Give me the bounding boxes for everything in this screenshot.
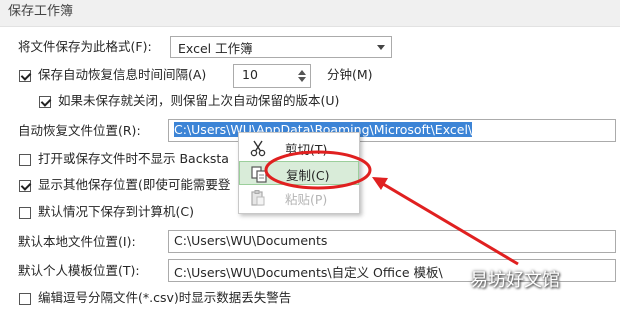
autorecover-label: 保存自动恢复信息时间间隔(A)	[38, 67, 207, 82]
keep-last-version-label: 如果未保存就关闭，则保留上次自动保留的版本(U)	[58, 93, 340, 108]
menu-item-copy-label: 复制(C)	[286, 168, 330, 183]
autorecover-interval-spinner[interactable]: 10	[233, 64, 311, 88]
save-format-value: Excel 工作簿	[178, 41, 253, 56]
menu-item-paste[interactable]: 粘贴(P)	[239, 186, 359, 210]
save-format-label: 将文件保存为此格式(F):	[18, 39, 152, 54]
scissors-icon	[250, 140, 266, 157]
show-other-locations-checkbox[interactable]	[19, 180, 31, 192]
save-to-computer-label: 默认情况下保存到计算机(C)	[38, 204, 194, 219]
save-format-select[interactable]: Excel 工作簿	[170, 36, 392, 58]
autorecover-interval-value: 10	[242, 67, 258, 82]
chevron-down-icon	[377, 45, 385, 50]
autorecover-unit-label: 分钟(M)	[327, 67, 373, 82]
spin-up-icon[interactable]	[298, 70, 306, 75]
show-other-locations-label: 显示其他保存位置(即使可能需要登	[38, 177, 231, 192]
csv-warning-checkbox[interactable]	[19, 293, 31, 305]
autorecover-checkbox[interactable]	[19, 70, 31, 82]
default-local-location-value: C:\Users\WU\Documents	[174, 233, 328, 248]
autorecover-location-label: 自动恢复文件位置(R):	[18, 123, 141, 138]
default-local-location-input[interactable]: C:\Users\WU\Documents	[168, 230, 616, 253]
annotation-arrow-head	[372, 177, 388, 190]
section-title: 保存工作簿	[8, 4, 74, 19]
spin-down-icon[interactable]	[298, 77, 306, 82]
keep-last-version-checkbox[interactable]	[39, 96, 51, 108]
template-location-label: 默认个人模板位置(T):	[18, 263, 140, 278]
context-menu: 剪切(T) 复制(C) 粘贴(P)	[238, 132, 360, 214]
hide-backstage-label: 打开或保存文件时不显示 Backsta	[38, 151, 229, 166]
copy-icon	[251, 166, 267, 183]
watermark: 易坊好文馆	[470, 270, 560, 291]
csv-warning-label: 编辑逗号分隔文件(*.csv)时显示数据丢失警告	[38, 290, 292, 305]
default-local-location-label: 默认本地文件位置(I):	[18, 234, 136, 249]
template-location-value: C:\Users\WU\Documents\自定义 Office 模板\	[174, 265, 443, 280]
save-to-computer-checkbox[interactable]	[19, 207, 31, 219]
menu-item-copy[interactable]: 复制(C)	[239, 161, 359, 185]
menu-item-paste-label: 粘贴(P)	[285, 192, 328, 207]
paste-icon	[251, 190, 265, 206]
section-header	[0, 0, 620, 27]
menu-item-cut-label: 剪切(T)	[285, 142, 328, 157]
autorecover-location-input[interactable]: C:\Users\WU\AppData\Roaming\Microsoft\Ex…	[168, 119, 616, 142]
menu-item-cut[interactable]: 剪切(T)	[239, 136, 359, 160]
hide-backstage-checkbox[interactable]	[19, 154, 31, 166]
